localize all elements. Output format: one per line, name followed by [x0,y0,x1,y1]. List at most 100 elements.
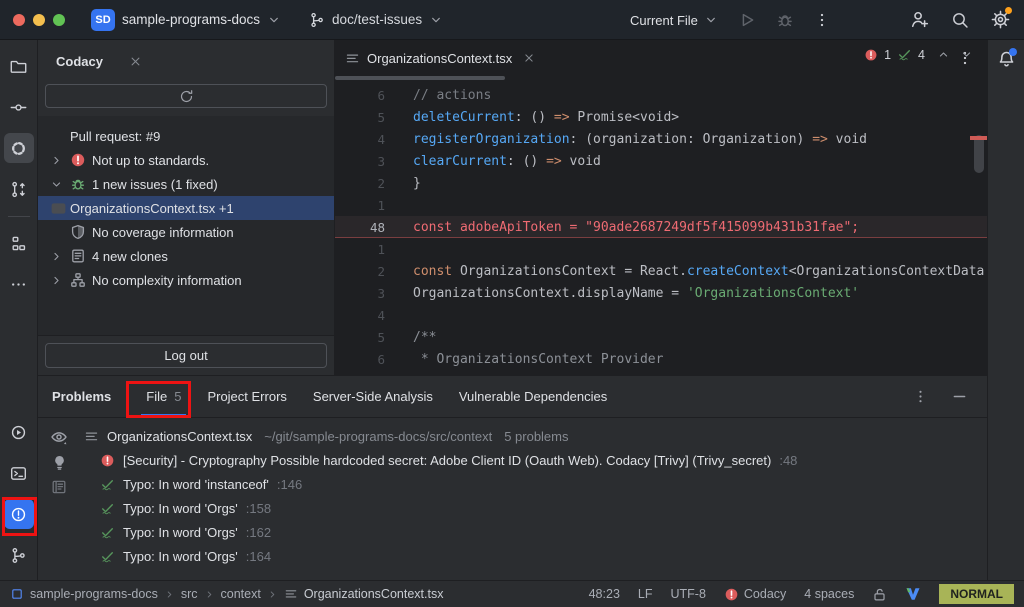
next-problem-icon[interactable] [960,48,973,61]
inspections-widget[interactable]: 1 4 [864,47,973,62]
error-status-item[interactable]: Codacy [724,587,786,602]
code-line[interactable]: 4 [335,304,987,326]
tree-item[interactable]: 1 new issues (1 fixed) [38,172,334,196]
status-item[interactable]: LF [638,587,653,601]
open-preview-icon[interactable] [51,479,67,495]
debug-button[interactable] [776,11,794,29]
vcs-branch-widget[interactable]: doc/test-issues [309,12,443,28]
problem-row[interactable]: Typo: In word 'Orgs':164 [80,544,987,568]
tab-server-side-analysis[interactable]: Server-Side Analysis [300,376,446,417]
notifications-bell-button[interactable] [997,50,1016,72]
code-line[interactable]: 6 * OrganizationsContext Provider [335,348,987,370]
breadcrumb-item[interactable]: context [221,587,261,601]
problem-row[interactable]: Typo: In word 'Orgs':162 [80,520,987,544]
logout-button[interactable]: Log out [45,343,327,368]
tab-project-errors[interactable]: Project Errors [194,376,299,417]
problem-row[interactable]: Typo: In word 'instanceof':146 [80,472,987,496]
more-actions-kebab-icon[interactable] [814,12,830,28]
git-branch-icon [309,12,325,28]
code-text: * OrganizationsContext Provider [413,352,663,367]
unlock-status-item[interactable] [872,587,887,602]
problem-row[interactable]: Typo: In word 'Orgs':158 [80,496,987,520]
code-line[interactable]: 1 [335,194,987,216]
run-button[interactable] [738,11,756,29]
problem-text: Typo: In word 'Orgs' [123,501,238,516]
tree-item[interactable]: No complexity information [38,268,334,292]
line-number: 1 [335,198,401,213]
code-line[interactable]: 2const OrganizationsContext = React.crea… [335,260,987,282]
chevron-right-icon [50,274,70,287]
tree-item[interactable]: Pull request: #9 [38,124,334,148]
close-icon[interactable] [129,55,142,68]
tree-item[interactable]: Not up to standards. [38,148,334,172]
code-line-current[interactable]: 48const adobeApiToken = "90ade2687249df5… [335,216,987,238]
notification-dot [1009,48,1017,56]
breadcrumb-item[interactable]: src [181,587,198,601]
code-line[interactable]: 1 [335,238,987,260]
chevron-down-icon [429,13,443,27]
breadcrumb-item[interactable]: sample-programs-docs [30,587,158,601]
code-text: const adobeApiToken = "90ade2687249df5f4… [413,220,859,235]
problem-row[interactable]: [Security] - Cryptography Possible hardc… [80,448,987,472]
close-window-button[interactable] [13,14,25,26]
error-stripe-mark[interactable] [970,136,987,140]
vim-status-item[interactable] [905,586,921,602]
more-tool-windows-button[interactable] [4,269,34,299]
zoom-window-button[interactable] [53,14,65,26]
view-options-eye-icon[interactable] [50,428,68,446]
code-line[interactable]: 3OrganizationsContext.displayName = 'Org… [335,282,987,304]
breadcrumb-item[interactable]: OrganizationsContext.tsx [304,587,444,601]
status-item-label: Codacy [744,587,786,601]
tree-item-label: No complexity information [92,273,242,288]
problems-file-row[interactable]: OrganizationsContext.tsx ~/git/sample-pr… [80,424,987,448]
problems-options-kebab-icon[interactable] [913,389,928,404]
tree-item[interactable]: 4 new clones [38,244,334,268]
line-number: 3 [335,286,401,301]
minimize-window-button[interactable] [33,14,45,26]
status-item[interactable]: UTF-8 [670,587,705,601]
editor-scrollbar-thumb[interactable] [974,135,984,173]
project-widget[interactable]: SD sample-programs-docs [91,9,281,31]
code-text: const OrganizationsContext = React.creat… [413,264,984,279]
close-tab-icon[interactable] [523,52,535,64]
tree-item[interactable]: OrganizationsContext.tsx +1 [38,196,334,220]
structure-tool-button[interactable] [4,228,34,258]
code-line[interactable]: 2} [335,172,987,194]
code-line[interactable]: 6// actions [335,84,987,106]
module-icon [10,587,24,601]
status-item[interactable]: 48:23 [589,587,620,601]
quick-fix-bulb-icon[interactable] [51,454,68,471]
editor-tab[interactable]: OrganizationsContext.tsx [335,40,547,76]
git-tool-button[interactable] [4,540,34,570]
typo-check-icon [100,501,115,516]
settings-gear-icon[interactable] [991,10,1010,29]
problems-toolbar [38,418,80,580]
code-area[interactable]: 6// actions5deleteCurrent: () => Promise… [335,80,987,375]
error-count: 1 [884,48,891,62]
refresh-button[interactable] [45,84,327,108]
line-number: 4 [335,308,401,323]
tab-vulnerable-dependencies[interactable]: Vulnerable Dependencies [446,376,620,417]
code-line[interactable]: 3clearCurrent: () => void [335,150,987,172]
code-line[interactable]: 5deleteCurrent: () => Promise<void> [335,106,987,128]
code-line[interactable]: 4registerOrganization: (organization: Or… [335,128,987,150]
codacy-panel: Codacy Pull request: #9Not up to standar… [38,40,335,375]
vim-mode-badge[interactable]: NORMAL [939,584,1014,604]
code-line[interactable]: 5/** [335,326,987,348]
tree-item[interactable]: No coverage information [38,220,334,244]
terminal-tool-button[interactable] [4,458,34,488]
run-configuration-selector[interactable]: Current File [630,13,718,28]
typo-check-icon [897,47,912,62]
codacy-tool-button[interactable] [4,133,34,163]
run-tool-button[interactable] [4,417,34,447]
commit-tool-button[interactable] [4,92,34,122]
editor: OrganizationsContext.tsx 1 4 6// actions… [335,40,987,375]
project-tool-button[interactable] [4,51,34,81]
codacy-panel-title: Codacy [56,54,103,69]
search-everywhere-icon[interactable] [951,11,969,29]
pull-requests-tool-button[interactable] [4,174,34,204]
status-item[interactable]: 4 spaces [804,587,854,601]
previous-problem-icon[interactable] [937,48,950,61]
hide-panel-icon[interactable] [952,389,967,404]
code-with-me-icon[interactable] [910,10,929,29]
